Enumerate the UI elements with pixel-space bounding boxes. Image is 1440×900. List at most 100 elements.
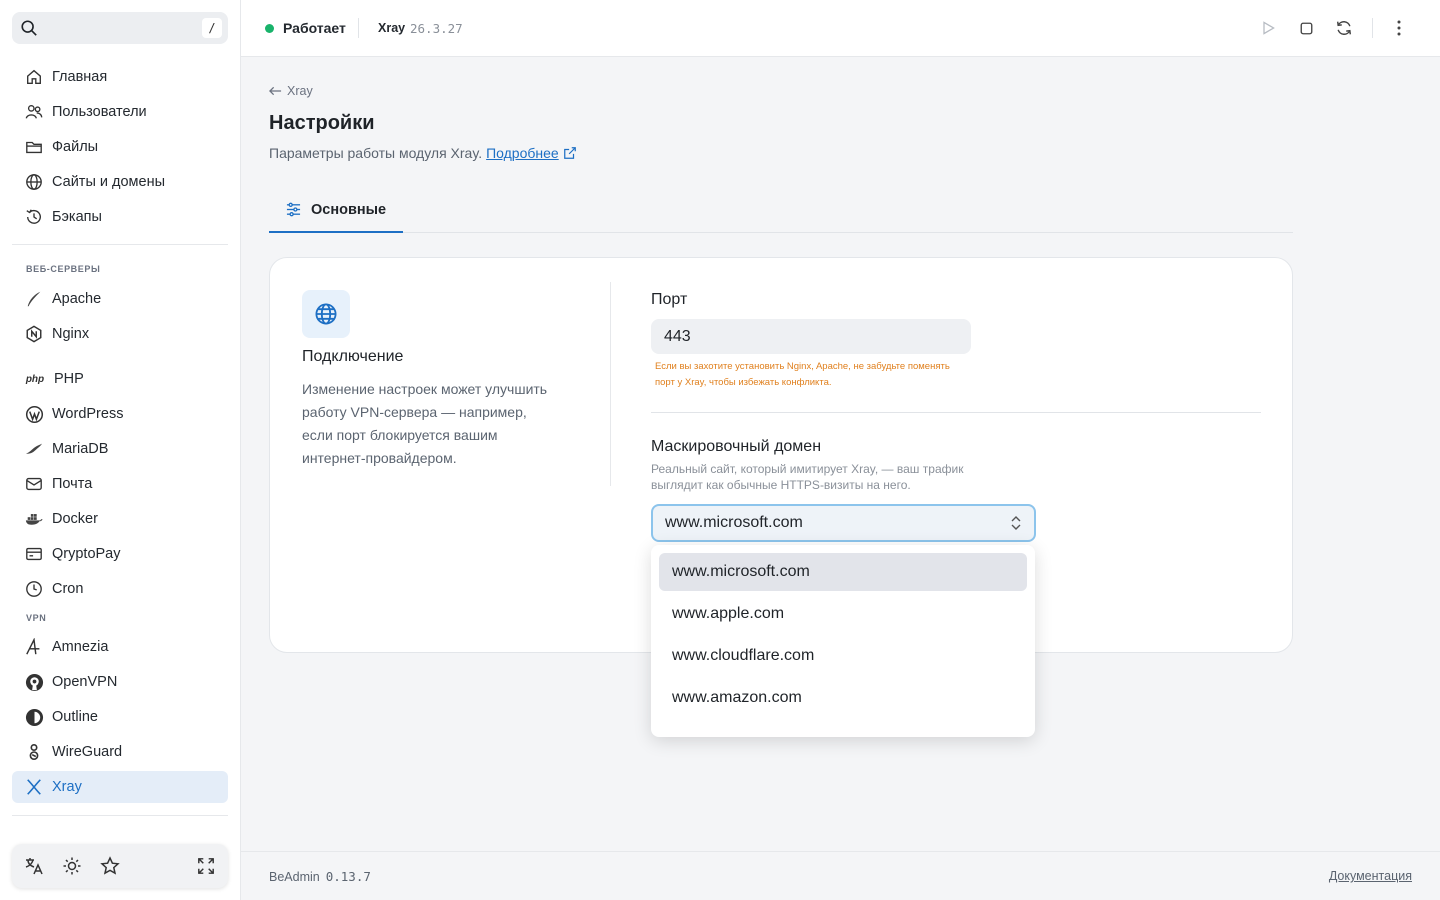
docker-icon [24, 509, 44, 529]
sidebar-item-label: Apache [52, 291, 102, 307]
php-icon: php [25, 373, 45, 385]
domain-help: Реальный сайт, который имитирует Xray, —… [651, 462, 964, 492]
topbar-divider [358, 18, 359, 38]
sidebar-bottom-toolbar [12, 844, 228, 888]
chevron-updown-icon [1011, 516, 1021, 530]
restart-icon[interactable] [1333, 17, 1355, 39]
footer: BeAdmin 0.13.7 Документация [241, 851, 1440, 900]
sidebar-item-home[interactable]: Главная [12, 61, 228, 93]
more-link[interactable]: Подробнее [486, 145, 559, 161]
mail-icon [24, 474, 44, 494]
sidebar-item-label: WireGuard [52, 744, 123, 760]
port-label: Порт [651, 291, 688, 308]
sidebar-item-mail[interactable]: Почта [12, 468, 228, 500]
app-version: 0.13.7 [325, 869, 371, 884]
dropdown-option[interactable]: www.apple.com [659, 595, 1027, 633]
sidebar-divider [12, 815, 228, 816]
search-shortcut: / [202, 18, 222, 38]
amnezia-icon [24, 637, 44, 657]
sidebar-item-label: Сайты и домены [52, 174, 166, 190]
search-bar[interactable]: / [12, 12, 228, 44]
sidebar-item-label: Бэкапы [52, 209, 102, 225]
sidebar-item-label: QryptoPay [52, 546, 121, 562]
outline-icon [24, 707, 44, 727]
globe-icon [302, 290, 350, 338]
sidebar-item-label: Cron [52, 581, 84, 597]
sidebar-item-wordpress[interactable]: WordPress [12, 398, 228, 430]
sidebar-item-nginx[interactable]: Nginx [12, 318, 228, 350]
sidebar-item-label: Файлы [52, 139, 99, 155]
sidebar-item-users[interactable]: Пользователи [12, 96, 228, 128]
page-description-text: Параметры работы модуля Xray. [269, 145, 483, 161]
card-description: Изменение настроек может улучшить работу… [302, 381, 548, 466]
sidebar-divider [12, 244, 228, 245]
tab-main[interactable]: Основные [269, 188, 403, 233]
more-link-label: Подробнее [486, 145, 559, 161]
star-icon[interactable] [99, 855, 121, 877]
sun-icon[interactable] [61, 855, 83, 877]
dropdown-option[interactable]: www.cloudflare.com [659, 637, 1027, 675]
openvpn-icon [24, 672, 44, 692]
stop-icon[interactable] [1295, 17, 1317, 39]
dropdown-option[interactable]: www.microsoft.com [659, 553, 1027, 591]
arrow-left-icon [269, 86, 282, 96]
sidebar-item-label: Пользователи [52, 104, 147, 120]
sidebar-item-amnezia[interactable]: Amnezia [12, 631, 228, 663]
sidebar-item-openvpn[interactable]: OpenVPN [12, 666, 228, 698]
more-menu-icon[interactable] [1388, 17, 1410, 39]
domain-label: Маскировочный домен [651, 438, 822, 455]
nginx-icon [24, 324, 44, 344]
wordpress-icon [24, 404, 44, 424]
topbar-divider [1372, 18, 1373, 38]
sidebar-item-label: Xray [52, 779, 82, 795]
page-description: Параметры работы модуля Xray. Подробнее [269, 145, 577, 161]
sidebar-item-backups[interactable]: Бэкапы [12, 201, 228, 233]
sidebar-item-label: Nginx [52, 326, 90, 342]
app-info: BeAdmin 0.13.7 [269, 869, 371, 884]
section-label-vpn: VPN [26, 613, 47, 623]
sidebar-item-label: Docker [52, 511, 98, 527]
sidebar-item-outline[interactable]: Outline [12, 701, 228, 733]
wireguard-icon [24, 742, 44, 762]
sidebar-item-php[interactable]: php PHP [12, 363, 228, 395]
globe-icon [24, 172, 44, 192]
sidebar-item-sites[interactable]: Сайты и домены [12, 166, 228, 198]
sidebar-item-label: MariaDB [52, 441, 109, 457]
folder-icon [24, 137, 44, 157]
sidebar-item-mariadb[interactable]: MariaDB [12, 433, 228, 465]
top-bar: Работает Xray 26.3.27 [241, 0, 1440, 57]
page-title: Настройки [269, 112, 375, 134]
mariadb-icon [24, 439, 44, 459]
status-text: Работает [283, 20, 346, 36]
domain-select[interactable]: www.microsoft.com [651, 504, 1036, 542]
back-link[interactable]: Xray [269, 84, 313, 98]
sidebar-item-apache[interactable]: Apache [12, 283, 228, 315]
sidebar-item-files[interactable]: Файлы [12, 131, 228, 163]
sidebar-item-cron[interactable]: Cron [12, 573, 228, 605]
sliders-icon [286, 202, 301, 217]
dropdown-option[interactable]: www.amazon.com [659, 679, 1027, 717]
sidebar-item-wireguard[interactable]: WireGuard [12, 736, 228, 768]
xray-icon [24, 777, 44, 797]
play-icon[interactable] [1257, 17, 1279, 39]
card-icon [24, 544, 44, 564]
module-name: Xray [378, 21, 406, 35]
sidebar-item-xray[interactable]: Xray [12, 771, 228, 803]
app-name: BeAdmin [269, 870, 320, 884]
docs-link[interactable]: Документация [1329, 869, 1412, 883]
port-input[interactable]: 443 [651, 319, 971, 354]
sidebar-item-label: Amnezia [52, 639, 109, 655]
sidebar-item-label: PHP [54, 371, 84, 387]
sidebar-item-qryptopay[interactable]: QryptoPay [12, 538, 228, 570]
sidebar-item-label: OpenVPN [52, 674, 118, 690]
fullscreen-icon[interactable] [195, 855, 217, 877]
translate-icon[interactable] [23, 855, 45, 877]
search-icon [21, 20, 37, 36]
card-divider [610, 282, 611, 486]
field-divider [651, 412, 1261, 413]
status-indicator [265, 24, 274, 33]
tabs: Основные [269, 188, 1293, 233]
sidebar-item-docker[interactable]: Docker [12, 503, 228, 535]
module-version: 26.3.27 [410, 21, 463, 36]
external-link-icon[interactable] [563, 146, 577, 160]
